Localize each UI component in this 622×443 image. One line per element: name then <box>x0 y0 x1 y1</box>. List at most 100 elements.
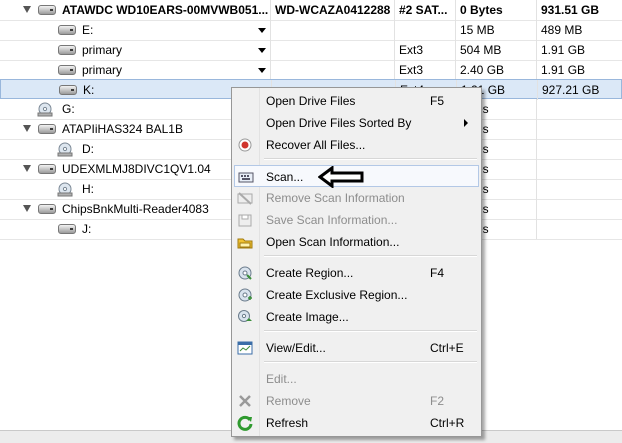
drive-label: D: <box>82 142 94 156</box>
partition-icon <box>58 65 76 75</box>
dropdown-arrow-icon[interactable] <box>258 48 266 53</box>
hard-disk-icon <box>38 5 56 15</box>
drive-label: G: <box>62 102 75 116</box>
drive-label: J: <box>82 222 92 236</box>
scan-icon <box>238 172 254 183</box>
serial-cell <box>271 60 395 80</box>
expand-toggle-icon[interactable] <box>23 6 31 13</box>
menu-item-label: Edit... <box>266 372 297 386</box>
menu-separator <box>264 255 477 257</box>
drive-label: E: <box>82 23 94 37</box>
expand-toggle-icon[interactable] <box>23 165 31 172</box>
filesystem-cell: Ext3 <box>396 60 456 80</box>
menu-separator <box>264 330 477 332</box>
size-cell <box>538 99 622 119</box>
name-cell: E: <box>0 20 271 40</box>
menu-item-open-scan-information[interactable]: Open Scan Information... <box>234 231 479 253</box>
save-scan-icon <box>238 214 252 227</box>
menu-item-label: Create Exclusive Region... <box>266 288 408 302</box>
size-cell: 489 MB <box>541 23 583 37</box>
menu-item-label: Open Drive Files <box>266 94 356 108</box>
free-space-cell: 0 Bytes <box>457 0 537 20</box>
menu-item-label: Refresh <box>266 416 309 430</box>
menu-item-label: Open Drive Files Sorted By <box>266 116 412 130</box>
pointer-arrow-icon <box>318 166 364 188</box>
serial-cell: WD-WCAZA0412288 <box>271 0 395 20</box>
tree-row[interactable]: primary Ext3 2.40 GB 1.91 GB <box>0 60 622 81</box>
name-cell: primary <box>0 60 271 80</box>
free-space-cell: 504 MB <box>457 40 537 60</box>
menu-item-shortcut: Ctrl+E <box>430 341 464 355</box>
menu-item-shortcut: F2 <box>430 394 445 408</box>
dropdown-arrow-icon[interactable] <box>258 28 266 33</box>
menu-item-refresh[interactable]: Refresh Ctrl+R <box>234 412 479 434</box>
menu-item-label: View/Edit... <box>266 341 326 355</box>
menu-item-open-drive-files[interactable]: Open Drive Files F5 <box>234 90 479 112</box>
name-cell: ATAWDC WD10EARS-00MVWB051... <box>0 0 271 20</box>
size-cell <box>538 219 622 239</box>
create-image-icon <box>238 310 252 322</box>
menu-item-recover-all-files[interactable]: Recover All Files... <box>234 134 479 156</box>
menu-item-view-edit[interactable]: View/Edit... Ctrl+E <box>234 337 479 359</box>
menu-item-label: Create Image... <box>266 310 349 324</box>
size-cell <box>538 139 622 159</box>
cd-drive-icon <box>57 182 73 197</box>
size-cell: 1.91 GB <box>541 43 586 57</box>
drive-label: K: <box>83 83 95 97</box>
serial-cell <box>271 20 395 40</box>
tree-row[interactable]: ATAWDC WD10EARS-00MVWB051... WD-WCAZA0412… <box>0 0 622 21</box>
menu-separator <box>264 158 477 160</box>
menu-item-remove[interactable]: Remove F2 <box>234 390 479 412</box>
expand-toggle-icon[interactable] <box>23 125 31 132</box>
menu-item-label: Save Scan Information... <box>266 213 398 227</box>
partition-icon <box>58 224 76 234</box>
size-cell <box>538 119 622 139</box>
menu-item-edit[interactable]: Edit... <box>234 368 479 390</box>
remove-scan-icon <box>237 192 253 205</box>
menu-item-save-scan-information[interactable]: Save Scan Information... <box>234 209 479 231</box>
menu-item-create-image[interactable]: Create Image... <box>234 306 479 328</box>
filesystem-cell: #2 SAT... <box>396 0 456 20</box>
submenu-arrow-icon <box>464 119 468 127</box>
menu-item-create-region[interactable]: Create Region... F4 <box>234 262 479 284</box>
partition-icon <box>58 45 76 55</box>
menu-item-create-exclusive-region[interactable]: Create Exclusive Region... <box>234 284 479 306</box>
menu-separator <box>264 361 477 363</box>
menu-item-label: Remove <box>266 394 311 408</box>
drive-label: UDEXMLMJ8DIVC1QV1.04 <box>62 162 211 176</box>
cd-drive-icon <box>37 102 53 117</box>
remove-icon <box>239 395 251 407</box>
hard-disk-icon <box>38 164 56 174</box>
menu-item-open-drive-files-sorted-by[interactable]: Open Drive Files Sorted By <box>234 112 479 134</box>
size-cell: 931.51 GB <box>541 3 600 17</box>
menu-item-label: Open Scan Information... <box>266 235 400 249</box>
menu-item-label: Scan... <box>266 170 304 184</box>
dropdown-arrow-icon[interactable] <box>258 68 266 73</box>
open-scan-icon <box>237 238 253 249</box>
drive-label: primary <box>82 63 123 77</box>
tree-row[interactable]: primary Ext3 504 MB 1.91 GB <box>0 40 622 61</box>
partition-icon <box>58 25 76 35</box>
menu-item-shortcut: F4 <box>430 266 445 280</box>
drive-label: ATAPIiHAS324 BAL1B <box>62 122 183 136</box>
drive-label: primary <box>82 43 123 57</box>
filesystem-cell: Ext3 <box>396 40 456 60</box>
drive-label: ATAWDC WD10EARS-00MVWB051... <box>62 3 269 17</box>
create-region-icon <box>238 266 252 280</box>
free-space-cell: 15 MB <box>457 20 537 40</box>
drive-label: H: <box>82 182 94 196</box>
refresh-icon <box>237 415 253 431</box>
free-space-cell: 2.40 GB <box>457 60 537 80</box>
name-cell: primary <box>0 40 271 60</box>
size-cell <box>538 199 622 219</box>
create-exclusive-region-icon <box>238 288 252 302</box>
menu-item-remove-scan-information[interactable]: Remove Scan Information <box>234 187 479 209</box>
menu-item-shortcut: F5 <box>430 94 445 108</box>
expand-toggle-icon[interactable] <box>23 205 31 212</box>
size-cell: 1.91 GB <box>541 63 586 77</box>
context-menu: Open Drive Files F5 Open Drive Files Sorte… <box>231 87 482 437</box>
tree-row[interactable]: E: 15 MB 489 MB <box>0 20 622 41</box>
serial-cell <box>271 40 395 60</box>
recover-icon <box>238 138 252 152</box>
menu-item-label: Remove Scan Information <box>266 191 405 205</box>
